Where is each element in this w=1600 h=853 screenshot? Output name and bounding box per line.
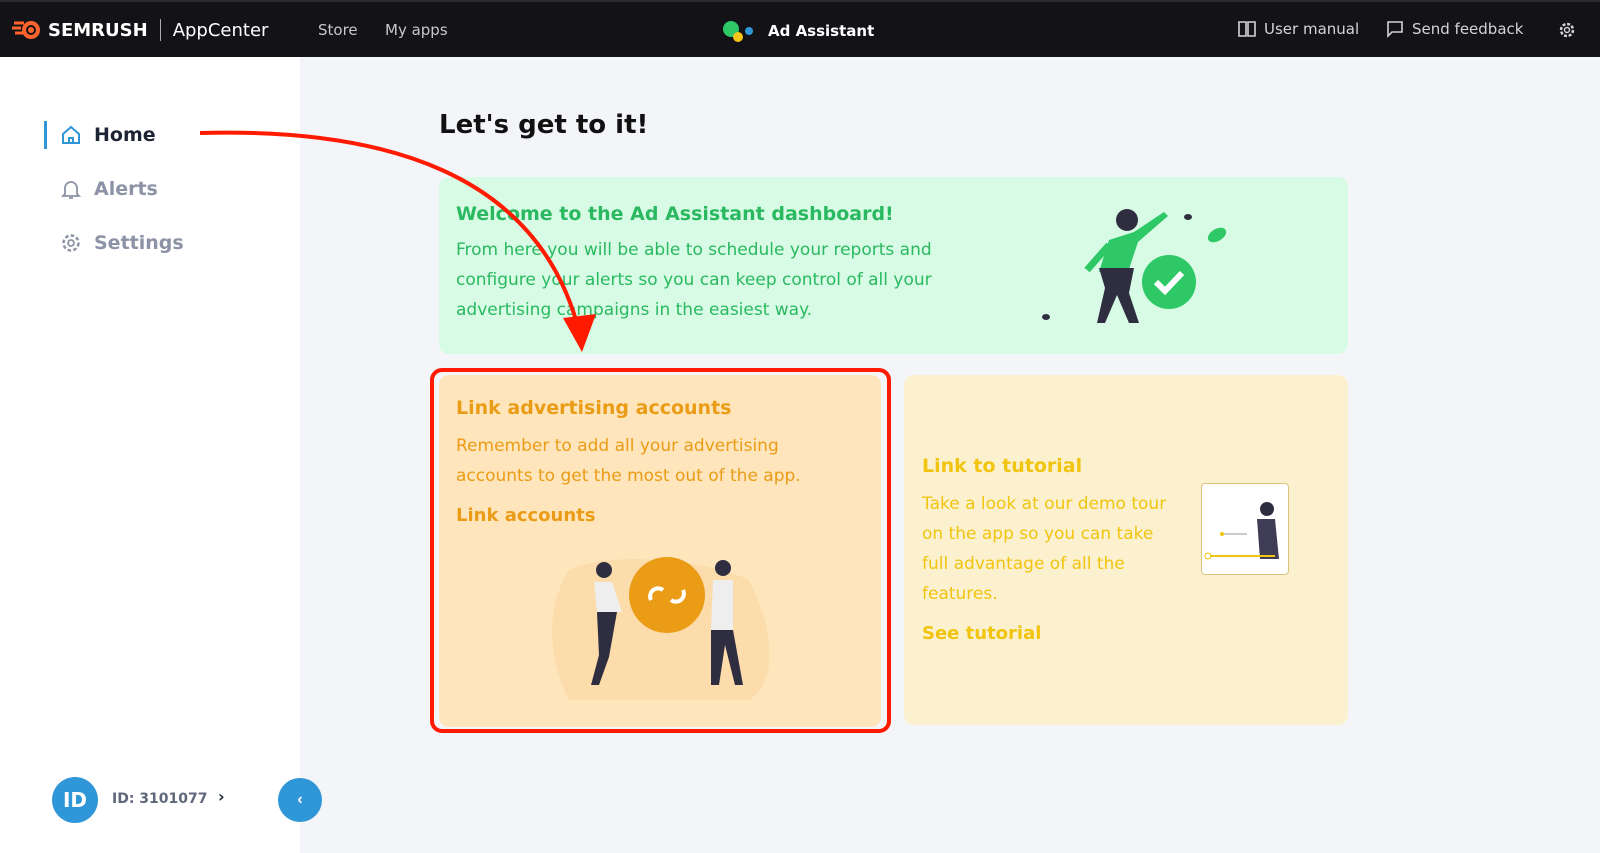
annotation-arrow (199, 130, 596, 352)
